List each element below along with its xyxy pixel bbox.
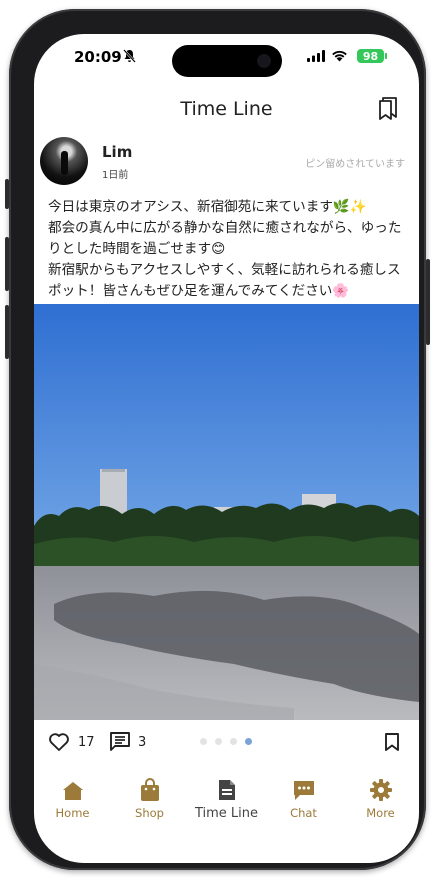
tab-label: Time Line xyxy=(194,806,259,821)
phone-frame: 20:09 98 Time Line Lim 1日前 ピン留めされています 今日… xyxy=(5,9,430,870)
post-time: 1日前 xyxy=(102,170,129,181)
volume-up-button xyxy=(5,237,9,291)
carousel-dot[interactable] xyxy=(200,738,207,745)
app-header: Time Line xyxy=(34,80,419,136)
post-body: 今日は東京のオアシス、新宿御苑に来ています🌿✨ 都会の真ん中に広がる静かな自然に… xyxy=(48,199,402,299)
carousel-dot[interactable] xyxy=(230,738,237,745)
bookmark-icon[interactable] xyxy=(384,732,400,752)
status-bar: 20:09 98 xyxy=(34,34,419,80)
home-icon xyxy=(62,782,83,800)
tab-home[interactable]: Home xyxy=(34,774,111,820)
camera xyxy=(257,54,271,68)
battery-indicator: 98 xyxy=(357,49,387,63)
tab-label: Shop xyxy=(135,806,164,820)
bookmarks-icon[interactable] xyxy=(377,96,399,120)
volume-down-button xyxy=(5,305,9,359)
dynamic-island xyxy=(172,45,282,77)
post-actions: 17 3 xyxy=(34,720,419,760)
heart-icon[interactable] xyxy=(48,732,70,752)
carousel-dot[interactable] xyxy=(215,738,222,745)
carousel-dot-active[interactable] xyxy=(245,738,252,745)
tab-chat[interactable]: Chat xyxy=(265,774,342,820)
bell-muted-icon xyxy=(123,49,136,63)
tab-label: Chat xyxy=(290,806,317,820)
cellular-signal-icon xyxy=(307,50,325,62)
action-button xyxy=(5,179,9,209)
wifi-icon xyxy=(332,50,347,62)
pinned-label: ピン留めされています xyxy=(305,159,405,170)
power-button xyxy=(426,259,430,345)
comment-count: 3 xyxy=(138,735,147,750)
avatar[interactable] xyxy=(40,137,88,185)
shopping-bag-icon xyxy=(140,778,159,801)
comment-icon[interactable] xyxy=(109,731,131,752)
status-time: 20:09 xyxy=(74,48,122,66)
page-title: Time Line xyxy=(180,98,273,120)
avatar-figure xyxy=(61,151,68,175)
gear-icon xyxy=(369,779,392,801)
chat-icon xyxy=(293,781,314,800)
post-header: Lim 1日前 ピン留めされています xyxy=(34,137,419,193)
tab-label: Home xyxy=(55,806,90,820)
post-username[interactable]: Lim xyxy=(102,143,132,161)
screen: 20:09 98 Time Line Lim 1日前 ピン留めされています 今日… xyxy=(34,34,419,863)
carousel-indicator xyxy=(200,738,252,745)
tab-bar: Home Shop Time Line Chat More xyxy=(34,764,419,863)
tab-more[interactable]: More xyxy=(342,774,419,820)
tab-shop[interactable]: Shop xyxy=(111,774,188,820)
like-count: 17 xyxy=(78,735,95,750)
tab-timeline[interactable]: Time Line xyxy=(188,774,265,821)
tab-label: More xyxy=(366,806,395,820)
document-icon xyxy=(218,780,235,800)
post-photo[interactable] xyxy=(34,304,419,720)
